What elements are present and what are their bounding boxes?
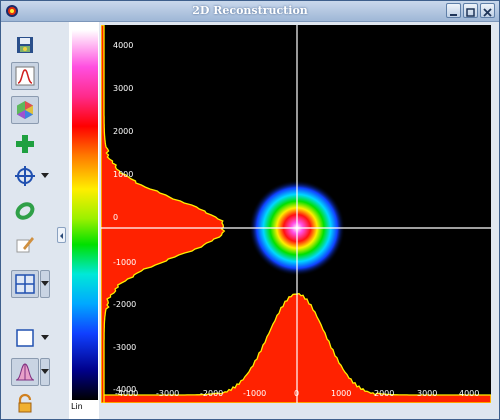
y-tick-label: -1000	[113, 258, 137, 267]
gaussian-fit-icon	[15, 363, 35, 381]
chevron-down-icon	[41, 335, 49, 340]
scale-label: Lin	[71, 402, 83, 411]
lock-button[interactable]	[11, 390, 39, 418]
chevron-left-icon	[60, 233, 63, 239]
x-tick-label: -4000	[115, 389, 139, 398]
y-tick-label: 3000	[113, 84, 134, 93]
toolbar	[1, 22, 67, 419]
x-tick-label: -2000	[200, 389, 224, 398]
x-tick-label: -3000	[156, 389, 180, 398]
chevron-down-icon	[41, 369, 49, 374]
y-tick-label: -3000	[113, 343, 137, 352]
crosshair-button[interactable]	[11, 162, 39, 190]
save-image-icon	[17, 37, 33, 53]
ellipse-fit-button[interactable]	[11, 197, 39, 225]
color-palette-button[interactable]	[11, 96, 39, 124]
title-bar[interactable]: 2D Reconstruction	[1, 1, 499, 22]
chevron-down-icon	[41, 173, 49, 178]
grid-view-icon	[15, 274, 35, 294]
close-icon	[483, 8, 492, 17]
maximize-button[interactable]	[463, 3, 478, 18]
crosshair-dropdown[interactable]	[40, 162, 50, 190]
app-window: 2D Reconstruction Lin 4000 3000 2000 100…	[0, 0, 500, 420]
x-tick-label: 2000	[374, 389, 395, 398]
y-tick-label: 1000	[113, 170, 134, 179]
minimize-icon	[450, 14, 457, 16]
rectangle-roi-button[interactable]	[11, 324, 39, 352]
grid-view-dropdown[interactable]	[40, 270, 50, 298]
grid-view-button[interactable]	[11, 270, 39, 298]
crosshair-icon	[15, 166, 35, 186]
gaussian-fit-button[interactable]	[11, 358, 39, 386]
y-tick-label: 0	[113, 213, 119, 222]
y-tick-label: 4000	[113, 41, 134, 50]
x-tick-label: 4000	[459, 389, 480, 398]
y-tick-label: -2000	[113, 300, 137, 309]
profile-chart-icon	[15, 66, 35, 86]
rectangle-roi-icon	[16, 329, 34, 347]
x-tick-label: -1000	[243, 389, 267, 398]
edit-image-icon	[16, 237, 34, 253]
gaussian-fit-dropdown[interactable]	[40, 358, 50, 386]
chevron-down-icon	[41, 281, 49, 286]
x-tick-label: 0	[294, 389, 300, 398]
lock-icon	[18, 393, 32, 413]
minimize-button[interactable]	[446, 3, 461, 18]
collapse-panel-button[interactable]	[57, 227, 66, 243]
horizontal-profile	[101, 292, 491, 403]
window-title: 2D Reconstruction	[192, 4, 308, 17]
edit-image-button[interactable]	[11, 231, 39, 259]
colorbar-panel: Lin	[69, 22, 99, 419]
color-palette-icon	[17, 101, 33, 119]
plot-canvas	[101, 25, 491, 403]
colorbar	[72, 30, 98, 400]
beam-plot[interactable]: 4000 3000 2000 1000 0 -1000 -2000 -3000 …	[101, 25, 491, 403]
rectangle-roi-dropdown[interactable]	[40, 324, 50, 352]
close-button[interactable]	[480, 3, 495, 18]
add-icon	[16, 135, 34, 153]
y-tick-label: 2000	[113, 127, 134, 136]
save-image-button[interactable]	[11, 31, 39, 59]
x-tick-label: 1000	[331, 389, 352, 398]
ellipse-fit-icon	[15, 202, 35, 220]
x-tick-label: 3000	[417, 389, 438, 398]
maximize-icon	[466, 8, 475, 17]
profile-chart-button[interactable]	[11, 62, 39, 90]
add-button[interactable]	[11, 130, 39, 158]
